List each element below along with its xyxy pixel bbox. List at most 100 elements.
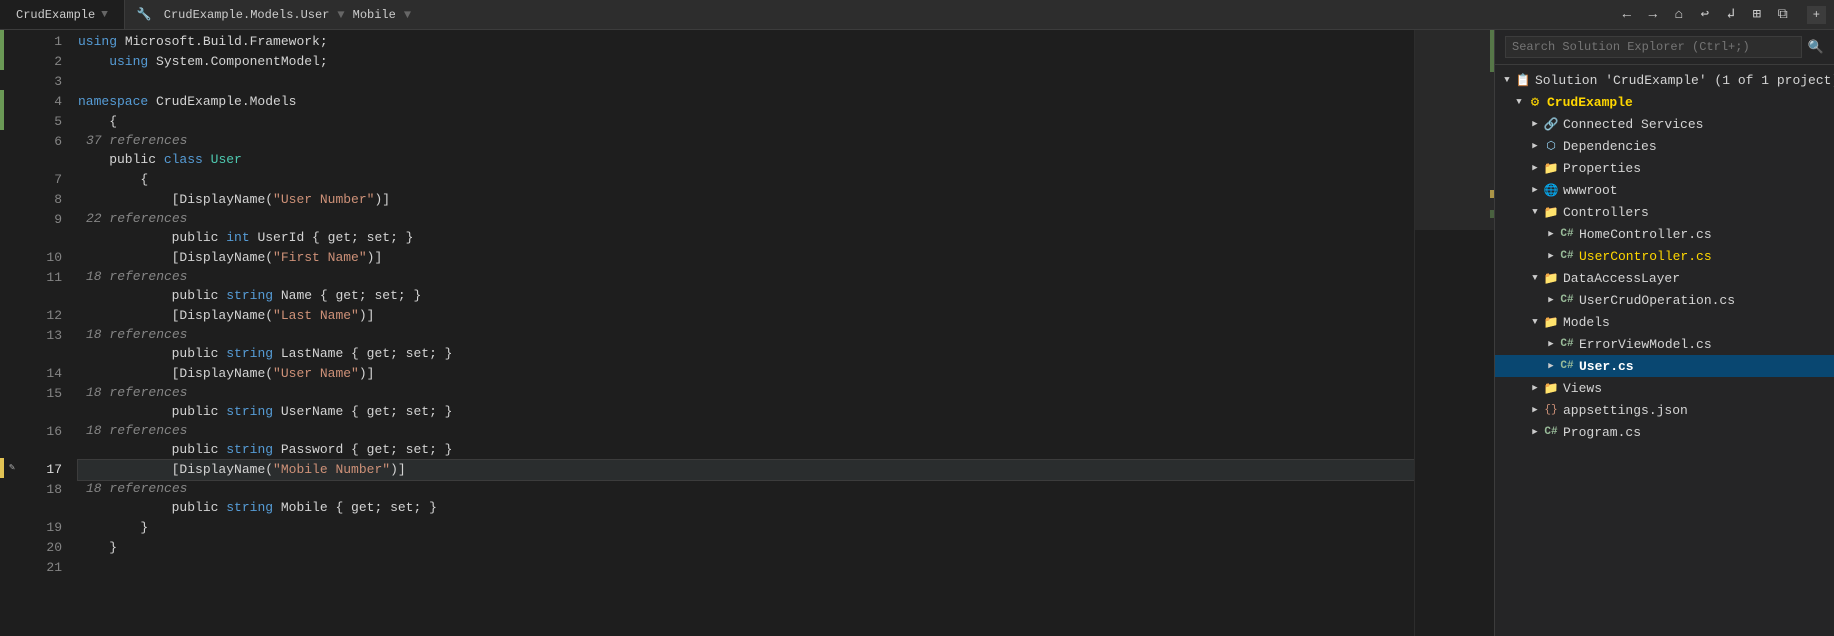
tree-item-usercrudoperation[interactable]: ▶ C# UserCrudOperation.cs bbox=[1495, 289, 1834, 311]
marker-line-14 bbox=[4, 362, 20, 382]
breadcrumb-mobile: Mobile bbox=[353, 8, 396, 22]
tree-item-connected-services[interactable]: ▶ 🔗 Connected Services bbox=[1495, 113, 1834, 135]
marker-line-19 bbox=[4, 516, 20, 536]
code-line-8[interactable]: [DisplayName("User Number")] bbox=[78, 190, 1414, 210]
line-number-3: 3 bbox=[28, 72, 62, 92]
tree-label-views: Views bbox=[1563, 381, 1602, 396]
expand-icon-appsettings: ▶ bbox=[1527, 402, 1543, 418]
code-line-14[interactable]: [DisplayName("User Name")] bbox=[78, 364, 1414, 384]
ref-line-18: 18 references bbox=[78, 480, 1414, 498]
code-line-12[interactable]: [DisplayName("Last Name")] bbox=[78, 306, 1414, 326]
marker-line-4 bbox=[4, 90, 20, 110]
tree-item-dependencies[interactable]: ▶ ⬡ Dependencies bbox=[1495, 135, 1834, 157]
code-line-10[interactable]: [DisplayName("First Name")] bbox=[78, 248, 1414, 268]
code-line-16[interactable]: public string Password { get; set; } bbox=[78, 440, 1414, 460]
marker-line-5 bbox=[4, 110, 20, 130]
line-number-16: 16 bbox=[28, 422, 62, 442]
nav-icons-area: ← → ⌂ ↩ ↲ ⊞ ⧉ + bbox=[1609, 5, 1834, 25]
marker-line-1 bbox=[4, 30, 20, 50]
nav-home[interactable]: ⌂ bbox=[1669, 5, 1689, 25]
expand-icon-crud-example: ▼ bbox=[1511, 94, 1527, 110]
tree-item-dataaccesslayer[interactable]: ▼ 📁 DataAccessLayer bbox=[1495, 267, 1834, 289]
tree-label-usercontroller: UserController.cs bbox=[1579, 249, 1712, 264]
marker-line-11 bbox=[4, 266, 20, 286]
code-line-11[interactable]: public string Name { get; set; } bbox=[78, 286, 1414, 306]
tree-item-properties[interactable]: ▶ 📁 Properties bbox=[1495, 157, 1834, 179]
tree-item-user-cs[interactable]: ▶ C# User.cs bbox=[1495, 355, 1834, 377]
tree-label-models: Models bbox=[1563, 315, 1610, 330]
tree-label-connected-services: Connected Services bbox=[1563, 117, 1703, 132]
minimap bbox=[1414, 30, 1494, 636]
code-line-5[interactable]: { bbox=[78, 112, 1414, 132]
search-icon[interactable]: 🔍 bbox=[1808, 40, 1824, 55]
tree-solution-root[interactable]: ▼ 📋 Solution 'CrudExample' (1 of 1 proje… bbox=[1495, 69, 1834, 91]
tree-label-errorviewmodel: ErrorViewModel.cs bbox=[1579, 337, 1712, 352]
expand-icon-usercontroller: ▶ bbox=[1543, 248, 1559, 264]
code-line-19[interactable]: } bbox=[78, 518, 1414, 538]
tree-item-models[interactable]: ▼ 📁 Models bbox=[1495, 311, 1834, 333]
marker-line-16 bbox=[4, 420, 20, 440]
tree-label-properties: Properties bbox=[1563, 161, 1641, 176]
main-layout: ✎ 123456789101112131415161718192021 usin… bbox=[0, 30, 1834, 636]
line-number-18: 18 bbox=[28, 480, 62, 500]
code-line-7[interactable]: { bbox=[78, 170, 1414, 190]
line-number-1: 1 bbox=[28, 32, 62, 52]
title-bar: CrudExample ▼ 🔧 CrudExample.Models.User … bbox=[0, 0, 1834, 30]
expand-icon-views: ▶ bbox=[1527, 380, 1543, 396]
code-editor[interactable]: ✎ 123456789101112131415161718192021 usin… bbox=[0, 30, 1494, 636]
breadcrumb-models-user: CrudExample.Models.User bbox=[164, 8, 330, 22]
tree-icon-views: 📁 bbox=[1543, 380, 1559, 396]
search-input[interactable] bbox=[1505, 36, 1802, 58]
code-line-20[interactable]: } bbox=[78, 538, 1414, 558]
add-tab-button[interactable]: + bbox=[1807, 6, 1826, 24]
expand-icon-user-cs: ▶ bbox=[1543, 358, 1559, 374]
line-number-6: 6 bbox=[28, 132, 62, 152]
tree-item-crud-example[interactable]: ▼ ⚙ CrudExample bbox=[1495, 91, 1834, 113]
code-line-2[interactable]: using System.ComponentModel; bbox=[78, 52, 1414, 72]
tree-item-appsettings[interactable]: ▶ {} appsettings.json bbox=[1495, 399, 1834, 421]
tree-icon-properties: 📁 bbox=[1543, 160, 1559, 176]
marker-line-7 bbox=[4, 168, 20, 188]
code-line-6[interactable]: public class User bbox=[78, 150, 1414, 170]
code-line-1[interactable]: using Microsoft.Build.Framework; bbox=[78, 32, 1414, 52]
tree-item-homecontroller[interactable]: ▶ C# HomeController.cs bbox=[1495, 223, 1834, 245]
se-search-area: 🔍 bbox=[1495, 30, 1834, 65]
tree-icon-models: 📁 bbox=[1543, 314, 1559, 330]
code-line-18[interactable]: public string Mobile { get; set; } bbox=[78, 498, 1414, 518]
tree-item-program-cs[interactable]: ▶ C# Program.cs bbox=[1495, 421, 1834, 443]
code-line-21[interactable] bbox=[78, 558, 1414, 578]
marker-line-17: ✎ bbox=[4, 458, 20, 478]
tree-item-controllers[interactable]: ▼ 📁 Controllers bbox=[1495, 201, 1834, 223]
solution-label: Solution 'CrudExample' (1 of 1 project) bbox=[1535, 73, 1834, 88]
line-number-7: 7 bbox=[28, 170, 62, 190]
nav-expand[interactable]: ⧉ bbox=[1773, 5, 1793, 25]
code-line-3[interactable] bbox=[78, 72, 1414, 92]
nav-back[interactable]: ← bbox=[1617, 5, 1637, 25]
code-line-9[interactable]: public int UserId { get; set; } bbox=[78, 228, 1414, 248]
tree-label-usercrudoperation: UserCrudOperation.cs bbox=[1579, 293, 1735, 308]
code-line-17[interactable]: [DisplayName("Mobile Number")] bbox=[78, 460, 1414, 480]
tab-crudexample[interactable]: CrudExample ▼ bbox=[0, 0, 125, 29]
code-line-15[interactable]: public string UserName { get; set; } bbox=[78, 402, 1414, 422]
marker-line-3 bbox=[4, 70, 20, 90]
tree-icon-appsettings: {} bbox=[1543, 402, 1559, 418]
tree-item-views[interactable]: ▶ 📁 Views bbox=[1495, 377, 1834, 399]
tree-icon-connected-services: 🔗 bbox=[1543, 116, 1559, 132]
expand-icon-usercrudoperation: ▶ bbox=[1543, 292, 1559, 308]
nav-undo[interactable]: ↩ bbox=[1695, 5, 1715, 25]
breadcrumb-sep1: ▼ bbox=[337, 8, 344, 22]
ref-line-16: 18 references bbox=[78, 422, 1414, 440]
nav-forward[interactable]: → bbox=[1643, 5, 1663, 25]
tree-item-wwwroot[interactable]: ▶ 🌐 wwwroot bbox=[1495, 179, 1834, 201]
tree-label-program-cs: Program.cs bbox=[1563, 425, 1641, 440]
marker-line-10 bbox=[4, 246, 20, 266]
nav-redo[interactable]: ↲ bbox=[1721, 5, 1741, 25]
nav-split[interactable]: ⊞ bbox=[1747, 5, 1767, 25]
code-line-4[interactable]: namespace CrudExample.Models bbox=[78, 92, 1414, 112]
expand-solution: ▼ bbox=[1499, 72, 1515, 88]
code-content[interactable]: using Microsoft.Build.Framework; using S… bbox=[70, 30, 1414, 636]
code-line-13[interactable]: public string LastName { get; set; } bbox=[78, 344, 1414, 364]
ref-line-13: 18 references bbox=[78, 326, 1414, 344]
tree-item-usercontroller[interactable]: ▶ C# UserController.cs bbox=[1495, 245, 1834, 267]
tree-item-errorviewmodel[interactable]: ▶ C# ErrorViewModel.cs bbox=[1495, 333, 1834, 355]
